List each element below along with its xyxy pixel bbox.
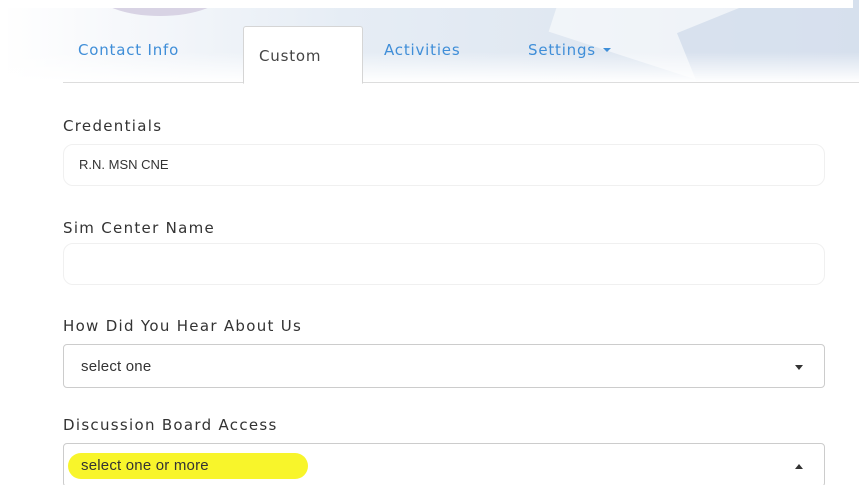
how-did-you-hear-select[interactable]: select one <box>63 344 825 388</box>
credentials-value: R.N. MSN CNE <box>79 157 169 172</box>
tab-settings[interactable]: Settings <box>525 26 645 83</box>
caret-down-icon <box>602 48 611 52</box>
how-did-you-hear-label: How Did You Hear About Us <box>63 317 303 335</box>
tab-custom[interactable]: Custom <box>243 26 363 84</box>
tab-activities[interactable]: Activities <box>381 26 501 83</box>
tab-label: Contact Info <box>78 41 180 59</box>
tab-label: Activities <box>384 41 461 59</box>
chevron-up-icon <box>795 464 803 469</box>
tab-label: Custom <box>259 47 322 65</box>
chevron-down-icon <box>795 365 803 370</box>
page: Contact Info Custom Activities Settings … <box>0 0 859 485</box>
banner-edge <box>8 0 853 8</box>
credentials-label: Credentials <box>63 117 163 135</box>
discussion-board-access-select[interactable]: select one or more <box>63 443 825 485</box>
profile-tabs: Contact Info Custom Activities Settings <box>63 26 859 84</box>
discussion-board-access-label: Discussion Board Access <box>63 416 278 434</box>
discussion-board-access-value: select one or more <box>81 457 209 474</box>
tab-contact-info[interactable]: Contact Info <box>71 26 231 83</box>
tab-label: Settings <box>528 41 596 59</box>
sim-center-name-label: Sim Center Name <box>63 219 216 237</box>
how-did-you-hear-value: select one <box>81 358 152 375</box>
sim-center-name-field[interactable] <box>63 243 825 285</box>
credentials-field[interactable]: R.N. MSN CNE <box>63 144 825 186</box>
